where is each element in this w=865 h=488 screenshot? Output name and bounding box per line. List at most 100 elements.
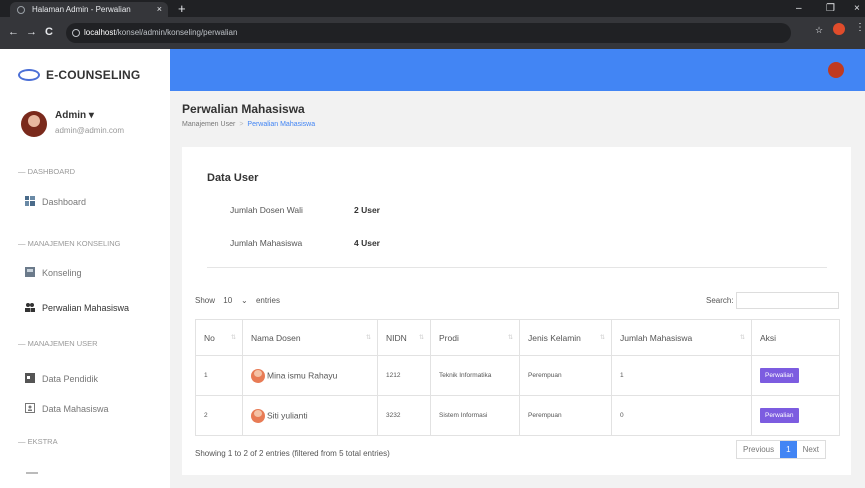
new-tab-icon[interactable]: + [178,0,186,17]
browser-tab[interactable]: Halaman Admin - Perwalian × [10,2,168,17]
sidebar-item-data-mahasiswa[interactable]: Data Mahasiswa [25,403,109,414]
breadcrumb: Manajemen User > Perwalian Mahasiswa [182,121,315,128]
column-label: NIDN [386,332,407,343]
sort-icon: ⇅ [365,335,371,341]
search-label: Search: [706,296,734,305]
perwalian-table: No ⇅ Nama Dosen ⇅ NIDN ⇅ Prodi ⇅ Jenis Kelam… [195,319,840,436]
user-avatar[interactable] [21,111,47,137]
sidebar: E-COUNSELING Admin ▾ admin@admin.com — D… [0,49,170,488]
dashboard-icon [25,196,35,206]
dosen-avatar-icon [251,408,265,423]
cell-jenis-kelamin: Perempuan [519,395,612,436]
cell-aksi: Perwalian [751,395,840,436]
perwalian-button[interactable]: Perwalian [760,408,799,423]
entries-length-control: Show 10 ⌄ entries [195,296,280,305]
cell-nidn: 3232 [377,395,431,436]
section-ekstra: — EKSTRA [18,437,58,446]
brand-name: E-COUNSELING [46,68,141,82]
users-icon [25,303,35,312]
browser-tab-bar: Halaman Admin - Perwalian × + – ❐ × [0,0,865,17]
sidebar-item-label: Dashboard [42,197,87,207]
sort-icon: ⇅ [507,335,513,341]
url-bar[interactable]: localhost/konsel/admin/konseling/perwali… [66,23,791,43]
sidebar-item-konseling[interactable]: Konseling [25,267,82,278]
summary-label: Jumlah Dosen Wali [230,205,303,215]
cell-prodi: Sistem Informasi [430,395,520,436]
search-input[interactable] [736,292,839,309]
student-icon [25,403,35,413]
address-bar-area: ← → C localhost/konsel/admin/konseling/p… [0,17,865,49]
table-info: Showing 1 to 2 of 2 entries (filtered fr… [195,449,390,458]
user-name-dropdown[interactable]: Admin ▾ [55,110,94,121]
sort-icon: ⇅ [418,335,424,341]
konseling-icon [25,267,35,277]
sort-icon: ⇅ [599,335,605,341]
sidebar-item-label: Konseling [42,268,82,278]
sidebar-item-partial [26,472,38,474]
cell-no: 2 [195,395,243,436]
window-close-icon[interactable]: × [854,0,860,17]
column-label: Aksi [760,332,777,343]
reload-icon[interactable]: C [45,26,53,38]
minimize-icon[interactable]: – [796,0,802,17]
column-header-nidn[interactable]: NIDN ⇅ [377,319,431,356]
cell-aksi: Perwalian [751,355,840,396]
browser-profile-icon[interactable] [833,23,845,35]
show-label: Show [195,296,216,305]
pagination-page-1[interactable]: 1 [780,441,797,458]
section-manajemen-konseling: — MANAJEMEN KONSELING [18,239,121,248]
summary-value: 2 User [354,205,380,215]
breadcrumb-separator: > [239,121,244,128]
column-label: No [204,332,215,343]
cell-nama-dosen: Siti yulianti [242,395,378,436]
pagination-previous[interactable]: Previous [737,441,780,458]
tab-close-icon[interactable]: × [157,2,162,17]
column-header-aksi: Aksi [751,319,840,356]
back-icon[interactable]: ← [8,26,19,38]
id-card-icon [25,373,35,383]
navbar-avatar[interactable] [828,62,844,78]
column-label: Nama Dosen [251,332,301,343]
sidebar-item-perwalian-mahasiswa[interactable]: Perwalian Mahasiswa [25,303,129,313]
column-label: Prodi [439,332,459,343]
pagination-next[interactable]: Next [797,441,825,458]
dosen-name: Mina ismu Rahayu [267,369,338,380]
pagination: Previous 1 Next [736,440,827,459]
column-header-jenis-kelamin[interactable]: Jenis Kelamin ⇅ [519,319,612,356]
section-dashboard: — DASHBOARD [18,167,76,176]
sidebar-item-data-pendidik[interactable]: Data Pendidik [25,373,99,384]
breadcrumb-item-manajemen-user[interactable]: Manajemen User [182,121,235,128]
cell-prodi: Teknik Informatika [430,355,520,396]
sidebar-item-dashboard[interactable]: Dashboard [25,196,87,207]
maximize-icon[interactable]: ❐ [826,0,835,17]
column-header-jumlah-mahasiswa[interactable]: Jumlah Mahasiswa ⇅ [611,319,752,356]
column-label: Jumlah Mahasiswa [620,332,693,343]
divider [207,267,827,268]
summary-label: Jumlah Mahasiswa [230,238,303,248]
cell-no: 1 [195,355,243,396]
cell-jenis-kelamin: Perempuan [519,355,612,396]
cell-nama-dosen: Mina ismu Rahayu [242,355,378,396]
section-manajemen-user: — MANAJEMEN USER [18,339,98,348]
entries-value: 10 [223,296,233,305]
user-email: admin@admin.com [55,126,125,135]
column-header-prodi[interactable]: Prodi ⇅ [430,319,520,356]
sort-icon: ⇅ [739,335,745,341]
forward-icon[interactable]: → [26,26,37,38]
browser-menu-icon[interactable]: ⋮ [855,22,865,33]
site-info-icon[interactable] [72,29,80,37]
logo-icon [18,69,40,81]
bookmark-star-icon[interactable]: ☆ [815,25,823,36]
column-header-no[interactable]: No ⇅ [195,319,243,356]
sidebar-item-label: Data Mahasiswa [42,404,109,414]
chevron-down-icon: ⌄ [241,296,248,305]
perwalian-button[interactable]: Perwalian [760,368,799,383]
summary-value: 4 User [354,238,380,248]
cell-nidn: 1212 [377,355,431,396]
column-header-nama-dosen[interactable]: Nama Dosen ⇅ [242,319,378,356]
sidebar-item-label: Data Pendidik [42,374,99,384]
cell-jumlah-mahasiswa: 0 [611,395,752,436]
entries-select[interactable]: 10 ⌄ [221,296,250,305]
entries-label: entries [255,296,280,305]
page-title: Perwalian Mahasiswa [182,102,305,116]
